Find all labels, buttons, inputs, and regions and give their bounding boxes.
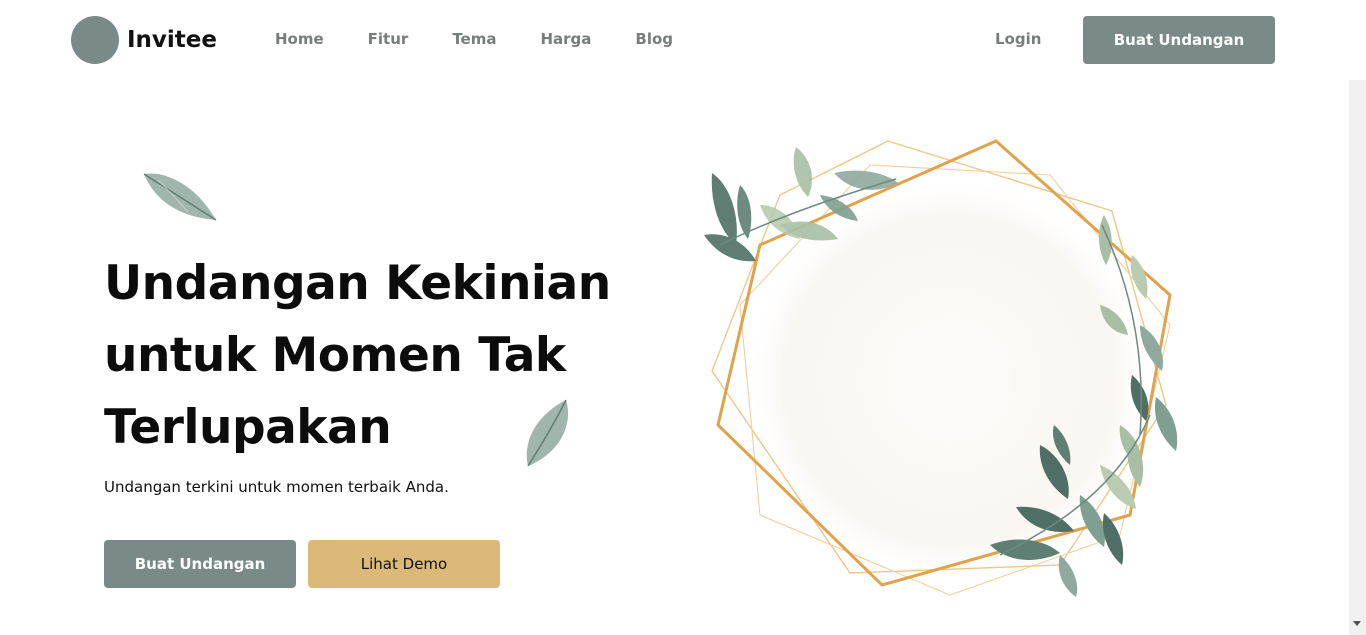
leaf-icon (143, 173, 217, 221)
nav-link-fitur[interactable]: Fitur (368, 30, 409, 48)
brand-name: Invitee (127, 27, 218, 53)
leaf-icon (526, 399, 569, 467)
navbar: Invitee Home Fitur Tema Harga Blog Login… (0, 0, 1366, 80)
hero-title-line-3: Terlupakan (104, 400, 392, 455)
create-invitation-button[interactable]: Buat Undangan (104, 540, 296, 588)
nav-link-blog[interactable]: Blog (635, 30, 673, 48)
hero-title-line-2: untuk Momen Tak (104, 328, 566, 383)
scrollbar[interactable] (1349, 80, 1366, 635)
nav-link-home[interactable]: Home (275, 30, 324, 48)
nav-create-invitation-button[interactable]: Buat Undangan (1083, 16, 1275, 64)
hero-subtitle: Undangan terkini untuk momen terbaik And… (104, 478, 449, 496)
login-link[interactable]: Login (995, 30, 1041, 48)
floral-frame-illustration (704, 139, 1178, 597)
nav-links: Home Fitur Tema Harga Blog (275, 30, 717, 48)
hero-title: Undangan Kekinian untuk Momen Tak Terlup… (104, 248, 664, 464)
view-demo-button[interactable]: Lihat Demo (308, 540, 500, 588)
nav-link-tema[interactable]: Tema (452, 30, 496, 48)
brand[interactable]: Invitee (71, 16, 217, 64)
scroll-down-arrow-icon[interactable] (1353, 621, 1361, 626)
hero-title-line-1: Undangan Kekinian (104, 256, 611, 311)
logo-circle-icon (71, 16, 119, 64)
nav-link-harga[interactable]: Harga (540, 30, 591, 48)
